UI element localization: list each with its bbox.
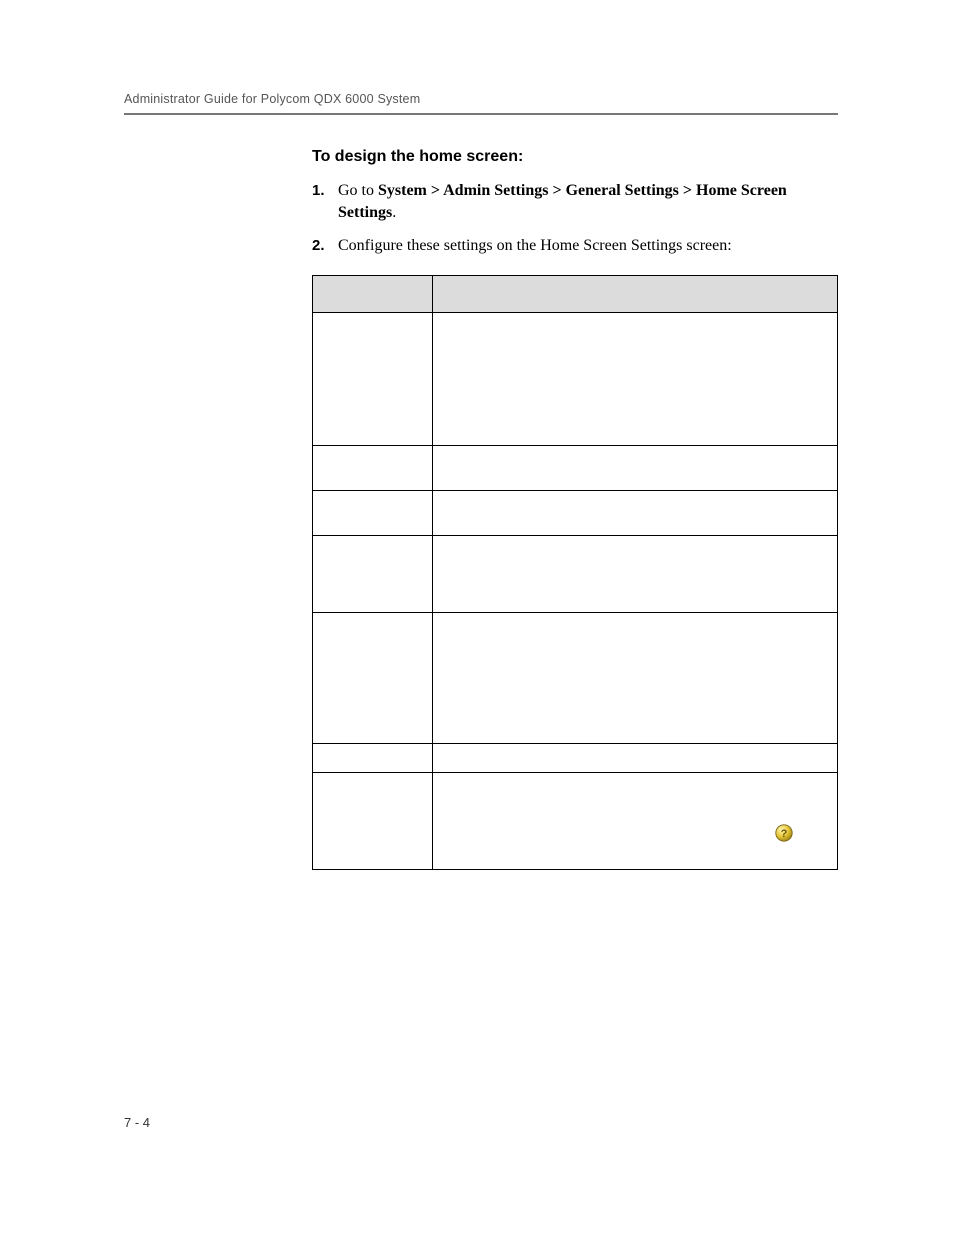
step-1-tail: . (392, 204, 396, 221)
settings-table: ? (312, 275, 838, 870)
table-header-description (433, 276, 838, 313)
table-header-setting (313, 276, 433, 313)
step-1-navpath: System > Admin Settings > General Settin… (338, 182, 787, 221)
table-cell-setting (313, 744, 433, 773)
table-cell-setting (313, 773, 433, 870)
table-cell-setting (313, 536, 433, 613)
step-number: 1. (312, 180, 325, 201)
table-cell-description (433, 613, 838, 744)
section-title: To design the home screen: (312, 148, 838, 166)
table-cell-description (433, 313, 838, 446)
table-row (313, 536, 838, 613)
table-cell-description (433, 536, 838, 613)
table-cell-setting (313, 313, 433, 446)
table-cell-description (433, 446, 838, 491)
table-cell-description (433, 491, 838, 536)
svg-text:?: ? (781, 828, 788, 840)
table-cell-description: ? (433, 773, 838, 870)
step-2-text: Configure these settings on the Home Scr… (338, 237, 732, 254)
table-row (313, 613, 838, 744)
procedure-steps: 1. Go to System > Admin Settings > Gener… (312, 180, 838, 257)
table-row: ? (313, 773, 838, 870)
step-2: 2. Configure these settings on the Home … (312, 235, 838, 257)
table-row (313, 313, 838, 446)
table-cell-setting (313, 613, 433, 744)
step-1-lead: Go to (338, 182, 378, 199)
step-1: 1. Go to System > Admin Settings > Gener… (312, 180, 838, 225)
page-number: 7 - 4 (124, 1115, 150, 1130)
table-row (313, 446, 838, 491)
document-page: Administrator Guide for Polycom QDX 6000… (0, 0, 954, 1235)
table-cell-description (433, 744, 838, 773)
table-header-row (313, 276, 838, 313)
running-header: Administrator Guide for Polycom QDX 6000… (124, 92, 420, 106)
table-row (313, 491, 838, 536)
table-cell-setting (313, 491, 433, 536)
main-content: To design the home screen: 1. Go to Syst… (312, 148, 838, 870)
table-cell-setting (313, 446, 433, 491)
help-icon: ? (775, 824, 793, 847)
step-number: 2. (312, 235, 325, 256)
header-rule (124, 113, 838, 115)
table-row (313, 744, 838, 773)
